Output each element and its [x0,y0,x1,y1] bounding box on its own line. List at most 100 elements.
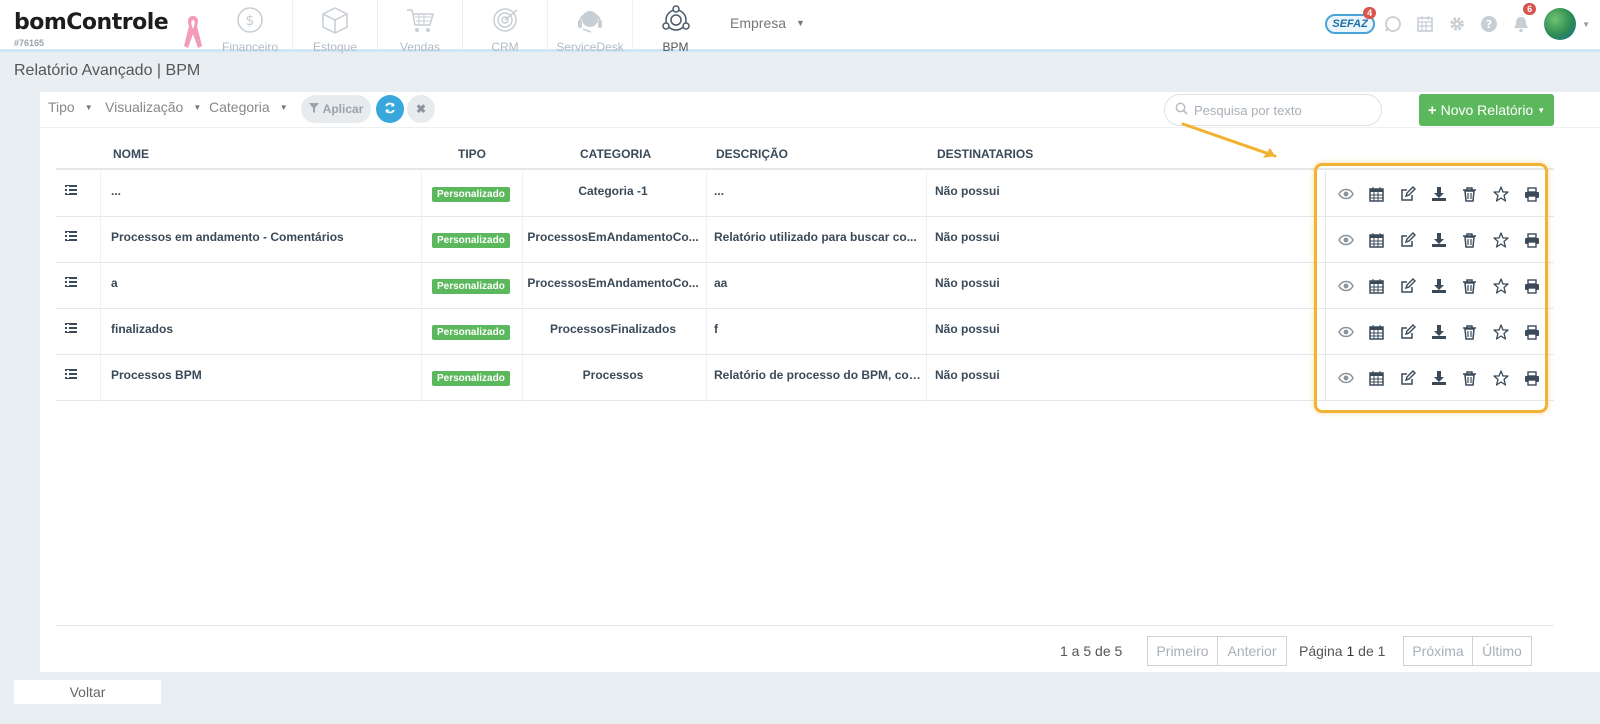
module-vendas[interactable]: Vendas [378,0,463,54]
column-divider [706,217,707,263]
report-list-icon [65,321,77,336]
download-action-button[interactable] [1423,225,1454,255]
edit-action-button[interactable] [1392,271,1423,301]
table-row[interactable]: a Personalizado ProcessosEmAndamentoCo..… [56,263,1554,309]
calendar-action-button[interactable] [1361,363,1392,393]
cell-nome[interactable]: ... [111,184,411,198]
download-action-button[interactable] [1423,363,1454,393]
module-financeiro[interactable]: $ Financeiro [208,0,293,54]
calendar-action-button[interactable] [1361,317,1392,347]
trash-action-button[interactable] [1454,225,1485,255]
calendar-action-button[interactable] [1361,179,1392,209]
trash-action-button[interactable] [1454,179,1485,209]
refresh-button[interactable] [376,95,404,123]
avatar[interactable] [1544,8,1577,40]
cell-nome[interactable]: Processos em andamento - Comentários [111,230,411,244]
edit-action-button[interactable] [1392,179,1423,209]
caret-down-icon[interactable]: ▼ [1582,20,1590,29]
column-header-categoria[interactable]: CATEGORIA [580,147,651,161]
table-row[interactable]: Processos BPM Personalizado Processos Re… [56,355,1554,401]
gear-icon[interactable] [1444,9,1470,39]
print-icon [1524,370,1540,386]
calendar-icon[interactable] [1412,9,1438,39]
cell-destinatarios: Não possui [935,184,1000,198]
tipo-badge: Personalizado [432,187,510,202]
apply-filter-button[interactable]: Aplicar [301,95,371,123]
star-action-button[interactable] [1485,179,1516,209]
help-icon[interactable]: ? [1476,9,1502,39]
calendar-icon [1369,232,1384,248]
first-page-button[interactable]: Primeiro [1147,636,1218,666]
search-box [1164,94,1382,126]
column-divider [100,355,101,401]
edit-action-button[interactable] [1392,317,1423,347]
star-action-button[interactable] [1485,225,1516,255]
eye-action-button[interactable] [1330,317,1361,347]
trash-action-button[interactable] [1454,271,1485,301]
back-button[interactable]: Voltar [14,680,161,704]
empresa-dropdown[interactable]: Empresa ▼ [730,15,805,31]
brand-logo[interactable]: bomControle #76165 [14,10,169,48]
calendar-icon [1369,324,1384,340]
column-header-destinatarios[interactable]: DESTINATARIOS [937,147,1033,161]
cell-nome[interactable]: Processos BPM [111,368,411,382]
eye-action-button[interactable] [1330,363,1361,393]
visualizacao-filter-dropdown[interactable]: Visualização ▼ [105,99,201,115]
star-action-button[interactable] [1485,363,1516,393]
clear-filter-button[interactable]: ✖ [407,95,435,123]
print-action-button[interactable] [1516,317,1547,347]
module-estoque[interactable]: Estoque [293,0,378,54]
print-action-button[interactable] [1516,363,1547,393]
visualizacao-filter-label: Visualização [105,99,184,115]
module-crm[interactable]: CRM [463,0,548,54]
download-action-button[interactable] [1423,317,1454,347]
trash-action-button[interactable] [1454,363,1485,393]
calendar-action-button[interactable] [1361,271,1392,301]
cell-nome[interactable]: finalizados [111,322,411,336]
download-action-button[interactable] [1423,271,1454,301]
trash-action-button[interactable] [1454,317,1485,347]
star-action-button[interactable] [1485,317,1516,347]
report-list-icon [65,367,77,382]
star-action-button[interactable] [1485,271,1516,301]
whatsapp-icon[interactable] [1380,9,1406,39]
refresh-icon [384,102,396,117]
account-id: #76165 [14,38,45,48]
eye-action-button[interactable] [1330,271,1361,301]
sefaz-button[interactable]: SEFAZ 4 [1325,7,1377,39]
header-actions: SEFAZ 4 ? 6 ▼ [1325,3,1590,40]
eye-action-button[interactable] [1330,179,1361,209]
bell-icon[interactable]: 6 [1508,3,1537,39]
eye-action-button[interactable] [1330,225,1361,255]
column-header-nome[interactable]: NOME [113,147,149,161]
tipo-filter-dropdown[interactable]: Tipo ▼ [48,99,93,115]
notifications-badge: 6 [1523,3,1537,15]
table-row[interactable]: ... Personalizado Categoria -1 ... Não p… [56,171,1554,217]
cell-nome[interactable]: a [111,276,411,290]
module-label: BPM [662,40,689,54]
print-action-button[interactable] [1516,271,1547,301]
search-input[interactable] [1194,102,1374,118]
next-page-button[interactable]: Próxima [1403,636,1473,666]
categoria-filter-dropdown[interactable]: Categoria ▼ [209,99,288,115]
module-servicedesk[interactable]: ServiceDesk [548,0,633,54]
column-divider [421,217,422,263]
column-header-descricao[interactable]: DESCRIÇÃO [716,147,788,161]
print-action-button[interactable] [1516,179,1547,209]
close-icon: ✖ [415,102,427,116]
edit-action-button[interactable] [1392,363,1423,393]
table-row[interactable]: finalizados Personalizado ProcessosFinal… [56,309,1554,355]
print-action-button[interactable] [1516,225,1547,255]
module-label: CRM [491,40,519,54]
table-row[interactable]: Processos em andamento - Comentários Per… [56,217,1554,263]
new-report-button[interactable]: + Novo Relatório ▼ [1419,94,1554,126]
download-action-button[interactable] [1423,179,1454,209]
previous-page-button[interactable]: Anterior [1217,636,1287,666]
last-page-button[interactable]: Último [1472,636,1532,666]
edit-action-button[interactable] [1392,225,1423,255]
module-bpm[interactable]: BPM [633,0,718,54]
calendar-action-button[interactable] [1361,225,1392,255]
cell-descricao: Relatório utilizado para buscar co... [714,230,917,244]
box-icon [320,5,350,38]
column-header-tipo[interactable]: TIPO [458,147,486,161]
